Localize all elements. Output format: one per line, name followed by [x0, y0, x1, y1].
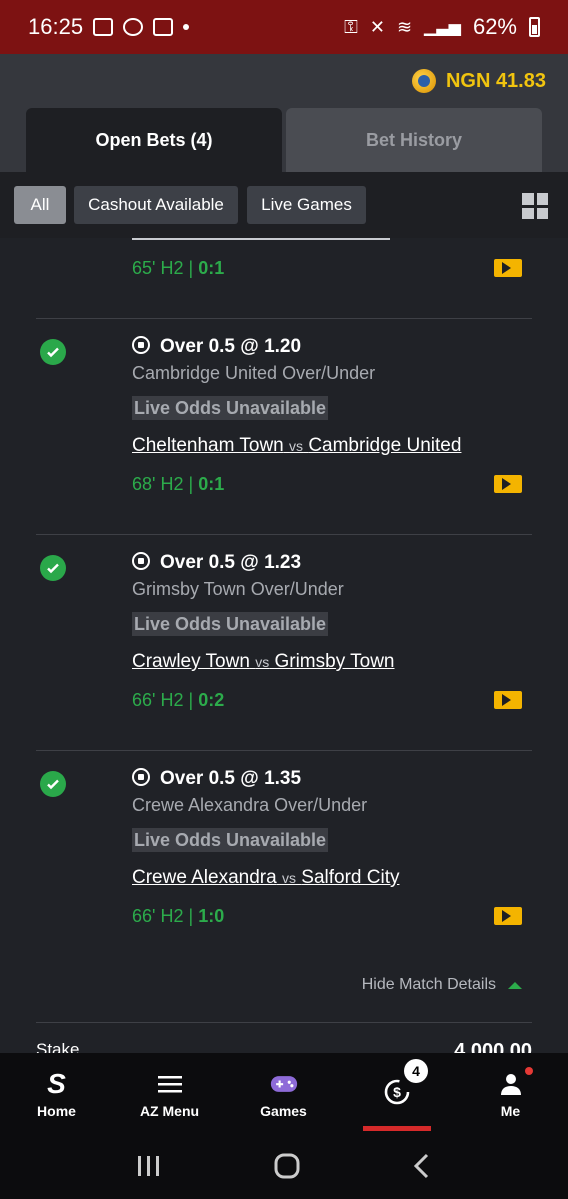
divider	[36, 1022, 532, 1023]
tab-bet-history[interactable]: Bet History	[286, 108, 542, 172]
open-bets-badge: 4	[404, 1059, 428, 1083]
header-bar: NGN 41.83	[0, 54, 568, 108]
wifi-icon: ≋	[396, 16, 413, 37]
mute-icon: ✕	[369, 16, 385, 37]
match-status: 68' H2 | 0:1	[132, 474, 225, 494]
sporty-logo-icon: S	[47, 1068, 66, 1099]
divider	[36, 318, 532, 319]
chevron-up-icon	[508, 981, 522, 989]
gallery-icon	[93, 18, 114, 36]
football-icon	[132, 768, 150, 786]
flag-icon	[153, 18, 174, 36]
recent-apps-icon[interactable]	[136, 1154, 162, 1183]
nav-open-bets[interactable]: $ 4	[340, 1053, 453, 1137]
notification-icons	[93, 18, 190, 36]
cashout-icon: $	[383, 1079, 411, 1105]
football-icon	[132, 552, 150, 570]
home-button-icon[interactable]	[273, 1152, 301, 1185]
bet-selection: Over 0.5 @ 1.23	[132, 552, 301, 574]
won-check-icon	[40, 555, 66, 581]
wallet-balance[interactable]: NGN 41.83	[411, 69, 546, 93]
live-stream-icon[interactable]	[494, 907, 522, 925]
bet-market: Grimsby Town Over/Under	[132, 579, 344, 599]
tab-open-bets[interactable]: Open Bets (4)	[26, 108, 282, 172]
nav-games[interactable]: Games	[227, 1053, 340, 1137]
partial-match-status: 65' H2 | 0:1	[132, 258, 225, 278]
nav-me[interactable]: Me	[454, 1053, 567, 1137]
back-icon[interactable]	[412, 1153, 432, 1184]
balance-amount: NGN 41.83	[445, 69, 546, 92]
hide-match-details-toggle[interactable]: Hide Match Details	[362, 976, 522, 994]
system-nav-bar	[0, 1137, 568, 1199]
live-stream-icon[interactable]	[494, 475, 522, 493]
status-right: ⚿ ✕ ≋ ▁▃▅ 62%	[344, 14, 540, 40]
match-link[interactable]: Crawley Town vs Grimsby Town	[132, 651, 395, 673]
bet-selection: Over 0.5 @ 1.35	[132, 768, 301, 790]
bet-list: 65' H2 | 0:1 Over 0.5 @ 1.20 Cambridge U…	[0, 238, 568, 1053]
app-icon	[123, 18, 144, 36]
nav-az-menu[interactable]: AZ Menu	[113, 1053, 226, 1137]
active-tab-indicator	[363, 1126, 431, 1131]
filter-all[interactable]: All	[14, 186, 66, 224]
match-status: 66' H2 | 1:0	[132, 906, 225, 926]
stake-amount: 4,000.00	[454, 1040, 532, 1053]
match-link[interactable]: Crewe Alexandra vs Salford City	[132, 867, 399, 889]
football-icon	[132, 336, 150, 354]
divider	[36, 750, 532, 751]
live-stream-icon[interactable]	[494, 691, 522, 709]
divider	[36, 534, 532, 535]
bet-selection: Over 0.5 @ 1.20	[132, 336, 301, 358]
won-check-icon	[40, 771, 66, 797]
grid-view-icon[interactable]	[522, 193, 548, 219]
more-dot-icon	[183, 24, 190, 30]
match-status: 66' H2 | 0:2	[132, 690, 225, 710]
svg-text:$: $	[393, 1084, 401, 1100]
filter-live-games[interactable]: Live Games	[247, 186, 366, 224]
won-check-icon	[40, 339, 66, 365]
stake-row: Stake 4,000.00	[36, 1040, 532, 1053]
notification-dot	[525, 1067, 533, 1075]
bottom-nav: S Home AZ Menu Games $ 4 Me	[0, 1053, 568, 1137]
odds-status: Live Odds Unavailable	[132, 612, 329, 636]
bet-market: Crewe Alexandra Over/Under	[132, 795, 368, 815]
odds-status: Live Odds Unavailable	[132, 396, 329, 420]
gamepad-icon	[270, 1071, 298, 1097]
partial-match-underline	[132, 238, 390, 240]
live-stream-icon[interactable]	[494, 259, 522, 277]
battery-icon	[529, 17, 540, 37]
nav-home[interactable]: S Home	[0, 1053, 113, 1137]
user-icon	[497, 1071, 525, 1097]
battery-text: 62%	[472, 14, 517, 39]
signal-icon: ▁▃▅	[424, 19, 461, 36]
key-icon: ⚿	[344, 16, 358, 37]
filter-bar: All Cashout Available Live Games	[0, 172, 568, 238]
bet-market: Cambridge United Over/Under	[132, 363, 376, 383]
bets-tabs: Open Bets (4) Bet History	[0, 108, 568, 172]
stake-label: Stake	[36, 1040, 80, 1053]
menu-icon	[156, 1071, 184, 1097]
match-link[interactable]: Cheltenham Town vs Cambridge United	[132, 435, 461, 457]
filter-cashout-available[interactable]: Cashout Available	[74, 186, 238, 224]
coin-icon	[411, 69, 436, 93]
status-time: 16:25	[28, 14, 84, 39]
odds-status: Live Odds Unavailable	[132, 828, 329, 852]
status-bar: 16:25 ⚿ ✕ ≋ ▁▃▅ 62%	[0, 0, 568, 54]
